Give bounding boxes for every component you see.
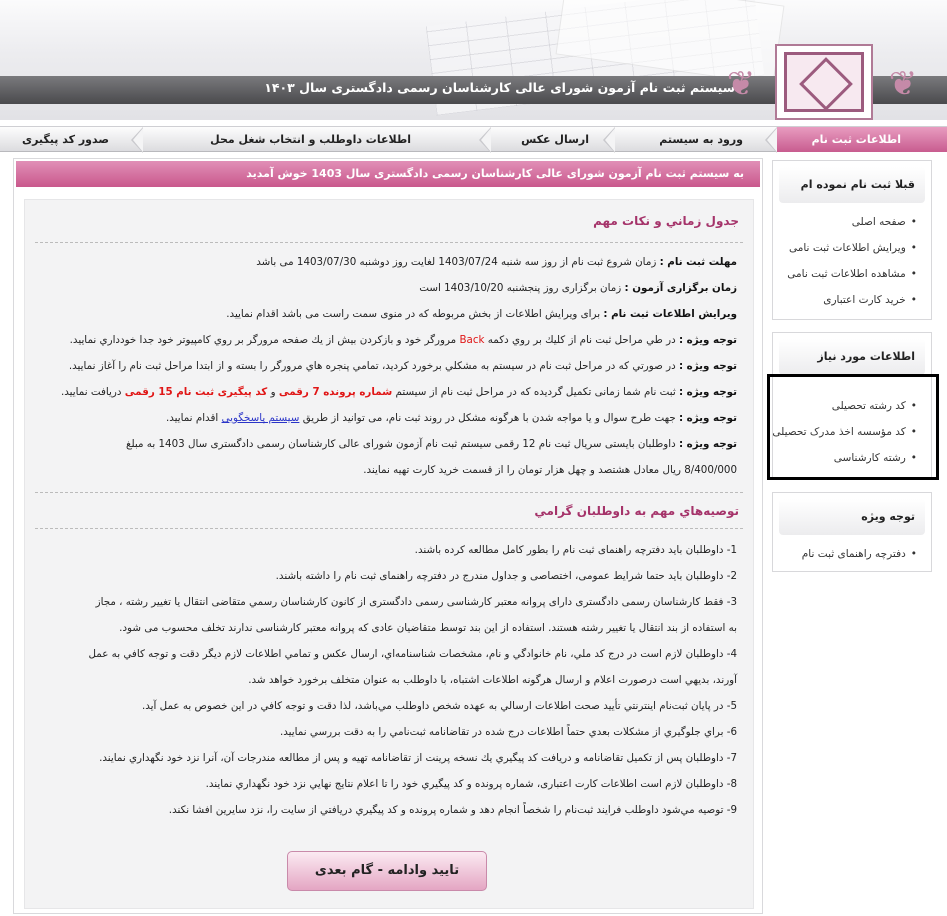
- sidebar-registered-box: قبلا ثبت نام نموده ام صفحه اصلی ویرایش ا…: [772, 160, 932, 320]
- site-title: سیستم ثبت نام آزمون شورای عالی کارشناسان…: [264, 80, 735, 95]
- note-support: توجه ویژه : جهت طرح سوال و یا مواجه شدن …: [165, 412, 737, 424]
- nav-step-applicant-info[interactable]: اطلاعات داوطلب و انتخاب شغل محل: [210, 127, 411, 152]
- support-system-link[interactable]: سیستم پاسخگویی: [222, 412, 300, 424]
- sidebar-special-box: توجه ویژه دفترچه راهنمای ثبت نام: [772, 492, 932, 572]
- recommendation-item: 3- فقط کارشناسان رسمی دادگستری دارای پرو…: [95, 596, 737, 608]
- sidebar-item-buy-card[interactable]: خرید کارت اعتباری: [773, 287, 931, 313]
- sidebar-heading: اطلاعات مورد نیاز: [779, 339, 925, 375]
- recommendation-item: 2- داوطلبان باید حتما شرایط عمومی، اختصا…: [275, 570, 737, 582]
- sidebar-heading: قبلا ثبت نام نموده ام: [779, 167, 925, 203]
- sidebar-item-guide-booklet[interactable]: دفترچه راهنمای ثبت نام: [773, 541, 931, 567]
- recommendation-item: آورند، بديهي است درصورت اعلام و ارسال هر…: [248, 674, 737, 686]
- nav-separator: [479, 127, 491, 153]
- site-header: سیستم ثبت نام آزمون شورای عالی کارشناسان…: [0, 0, 947, 120]
- welcome-banner: به سیستم ثبت نام آزمون شورای عالی کارشنا…: [16, 161, 760, 187]
- site-logo[interactable]: [775, 44, 873, 120]
- exam-date-line: زمان برگزاری آزمون : زمان برگزاری روز پن…: [419, 282, 737, 294]
- nav-separator: [765, 127, 777, 153]
- recommendation-item: 6- براي جلوگيري از مشكلات بعدي حتماً اطل…: [279, 726, 737, 738]
- nav-step-registration-info[interactable]: اطلاعات ثبت نام: [777, 127, 947, 152]
- nav-step-login[interactable]: ورود به سیستم: [659, 127, 743, 152]
- recommendation-item: 1- داوطلبان باید دفترچه راهنمای ثبت نام …: [414, 544, 737, 556]
- nav-step-send-photo[interactable]: ارسال عکس: [521, 127, 589, 152]
- note-restart: توجه ویژه : در صورتي كه در مراحل ثبت نام…: [68, 360, 737, 372]
- sidebar-item-home[interactable]: صفحه اصلی: [773, 209, 931, 235]
- recommendations-heading: توصيه‌هاي مهم به داوطلبان گرامي: [534, 504, 739, 518]
- sidebar-heading: توجه ویژه: [779, 499, 925, 535]
- nav-label: اطلاعات ثبت نام: [811, 133, 901, 146]
- note-payment: توجه ویژه : داوطلبان بایستی سریال ثبت نا…: [126, 438, 737, 450]
- confirm-next-step-button[interactable]: تایید وادامه - گام بعدی: [287, 851, 487, 891]
- ornament-icon: ❦: [726, 64, 756, 104]
- recommendation-item: 7- داوطلبان پس از تكميل تقاضانامه و دريا…: [99, 752, 737, 764]
- recommendation-item: 9- توصيه مي‌شود داوطلب فرايند ثبت‌نام را…: [168, 804, 737, 816]
- recommendation-item: 8- داوطلبان لازم است اطلاعات کارت اعتبار…: [205, 778, 737, 790]
- divider: [35, 492, 743, 493]
- step-navigation: اطلاعات ثبت نام ورود به سیستم ارسال عکس …: [0, 126, 947, 153]
- divider: [35, 528, 743, 529]
- nav-separator: [603, 127, 615, 153]
- ornament-icon: ❦: [888, 64, 918, 104]
- note-payment-amount: 8/400/000 ریال معادل هشتصد و چهل هزار تو…: [363, 464, 737, 476]
- note-back-button: توجه ویژه : در طي مراحل ثبت نام از كليك …: [69, 334, 737, 346]
- main-panel: به سیستم ثبت نام آزمون شورای عالی کارشنا…: [13, 158, 763, 914]
- nav-step-tracking-code[interactable]: صدور کد پیگیری: [22, 127, 109, 152]
- recommendation-item: به استفاده از بند انتقال یا تغییر رشته ه…: [119, 622, 737, 634]
- schedule-heading: جدول زماني و نكات مهم: [593, 214, 739, 228]
- highlight-box: [767, 374, 939, 480]
- recommendation-item: 4- داوطلبان لازم است در درج كد ملي، نام …: [88, 648, 738, 660]
- divider: [35, 242, 743, 243]
- sidebar-item-view-info[interactable]: مشاهده اطلاعات ثبت نامی: [773, 261, 931, 287]
- nav-separator: [131, 127, 143, 153]
- deadline-line: مهلت ثبت نام : زمان شروع ثبت نام از روز …: [256, 256, 737, 268]
- sidebar-item-edit-info[interactable]: ویرایش اطلاعات ثبت نامی: [773, 235, 931, 261]
- edit-info-line: ویرایش اطلاعات ثبت نام : برای ویرایش اطل…: [226, 308, 737, 320]
- content-box: جدول زماني و نكات مهم مهلت ثبت نام : زما…: [24, 199, 754, 909]
- note-completion: توجه ویژه : ثبت نام شما زمانی تکمیل گردی…: [60, 386, 737, 398]
- recommendation-item: 5- در پايان ثبت‌نام اينترنتي تأييد صحت ا…: [141, 700, 737, 712]
